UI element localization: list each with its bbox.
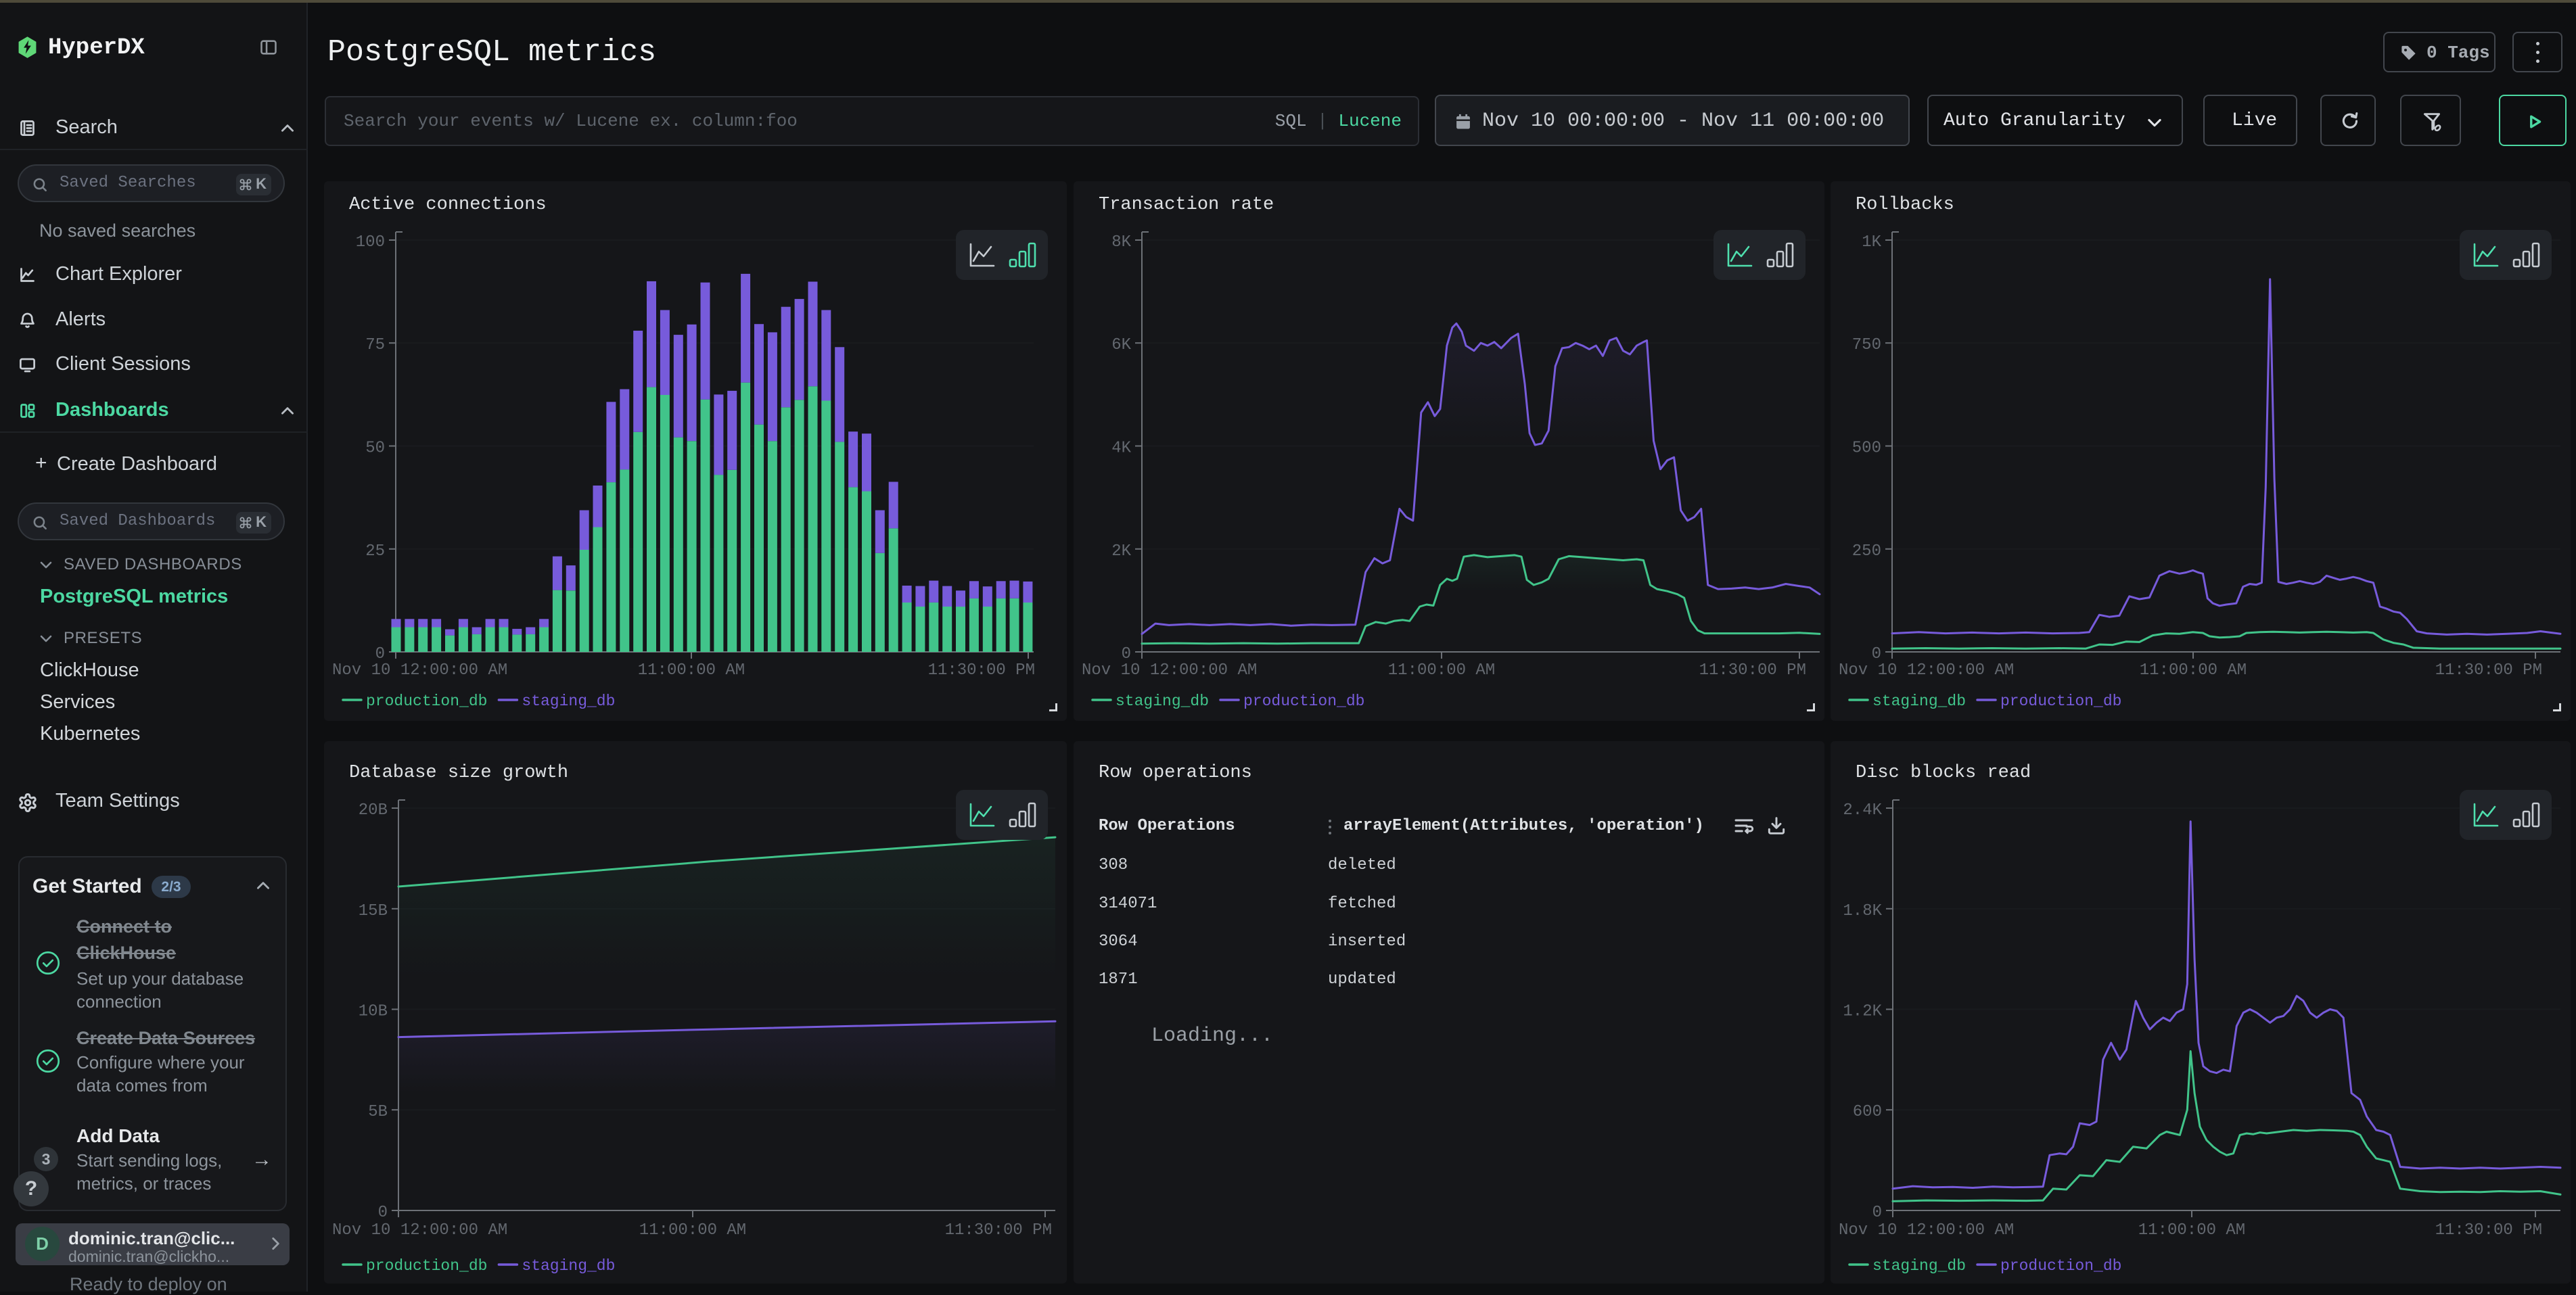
- svg-text:production_db: production_db: [2000, 1257, 2121, 1275]
- svg-text:250: 250: [1852, 542, 1881, 561]
- svg-text:11:00:00 AM: 11:00:00 AM: [2140, 661, 2247, 680]
- svg-text:staging_db: staging_db: [1872, 1257, 1966, 1275]
- svg-text:8K: 8K: [1111, 233, 1131, 252]
- svg-text:2.4K: 2.4K: [1843, 801, 1882, 820]
- svg-text:11:00:00 AM: 11:00:00 AM: [638, 661, 745, 680]
- svg-text:1K: 1K: [1862, 233, 1881, 252]
- svg-text:600: 600: [1853, 1103, 1882, 1121]
- svg-text:Nov 10 12:00:00 AM: Nov 10 12:00:00 AM: [1082, 661, 1257, 680]
- svg-text:staging_db: staging_db: [522, 692, 615, 710]
- svg-text:1.8K: 1.8K: [1843, 902, 1882, 920]
- svg-text:staging_db: staging_db: [1116, 692, 1209, 710]
- svg-text:staging_db: staging_db: [1872, 692, 1966, 710]
- svg-text:0: 0: [1122, 645, 1131, 663]
- svg-text:11:30:00 PM: 11:30:00 PM: [2435, 1221, 2542, 1240]
- svg-text:0: 0: [1872, 1204, 1882, 1222]
- svg-text:11:00:00 AM: 11:00:00 AM: [1388, 661, 1495, 680]
- svg-text:4K: 4K: [1111, 440, 1131, 458]
- svg-text:staging_db: staging_db: [522, 1257, 615, 1275]
- svg-text:5B: 5B: [368, 1103, 388, 1121]
- svg-text:Nov 10 12:00:00 AM: Nov 10 12:00:00 AM: [1839, 661, 2014, 680]
- svg-text:0: 0: [378, 1204, 388, 1222]
- svg-text:15B: 15B: [359, 902, 388, 920]
- svg-text:2K: 2K: [1111, 542, 1131, 561]
- svg-text:production_db: production_db: [1243, 692, 1364, 710]
- svg-text:11:00:00 AM: 11:00:00 AM: [2138, 1221, 2245, 1240]
- svg-text:750: 750: [1852, 336, 1881, 354]
- svg-text:75: 75: [365, 336, 385, 354]
- svg-text:50: 50: [365, 440, 385, 458]
- svg-text:6K: 6K: [1111, 336, 1131, 354]
- svg-text:1.2K: 1.2K: [1843, 1003, 1882, 1021]
- svg-text:11:30:00 PM: 11:30:00 PM: [945, 1221, 1052, 1240]
- svg-text:100: 100: [356, 233, 385, 252]
- svg-text:500: 500: [1852, 440, 1881, 458]
- svg-text:11:30:00 PM: 11:30:00 PM: [1699, 661, 1806, 680]
- svg-text:Nov 10 12:00:00 AM: Nov 10 12:00:00 AM: [332, 661, 507, 680]
- svg-text:10B: 10B: [359, 1003, 388, 1021]
- svg-text:11:00:00 AM: 11:00:00 AM: [639, 1221, 746, 1240]
- svg-text:production_db: production_db: [366, 692, 487, 710]
- svg-text:production_db: production_db: [366, 1257, 487, 1275]
- svg-text:0: 0: [375, 645, 385, 663]
- svg-text:11:30:00 PM: 11:30:00 PM: [2435, 661, 2542, 680]
- svg-text:production_db: production_db: [2000, 692, 2121, 710]
- svg-text:11:30:00 PM: 11:30:00 PM: [928, 661, 1035, 680]
- svg-text:0: 0: [1872, 645, 1881, 663]
- svg-text:20B: 20B: [359, 801, 388, 820]
- svg-text:Nov 10 12:00:00 AM: Nov 10 12:00:00 AM: [332, 1221, 507, 1240]
- svg-text:Nov 10 12:00:00 AM: Nov 10 12:00:00 AM: [1839, 1221, 2014, 1240]
- svg-text:25: 25: [365, 542, 385, 561]
